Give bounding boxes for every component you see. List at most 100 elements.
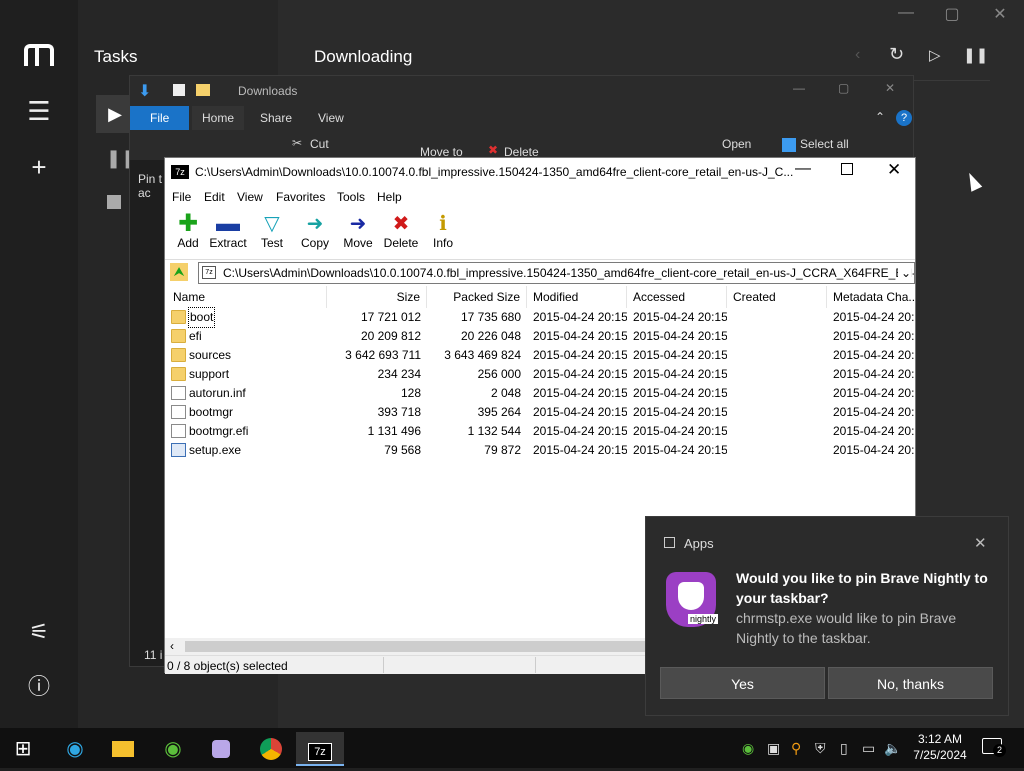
- menu-favorites[interactable]: Favorites: [276, 190, 325, 204]
- address-input[interactable]: 7z C:\Users\Admin\Downloads\10.0.10074.0…: [198, 262, 915, 284]
- cell-modified: 2015-04-24 20:15: [533, 367, 627, 381]
- extract-button[interactable]: ▬ Extract: [205, 210, 251, 251]
- copy-button[interactable]: ➜ Copy: [292, 212, 338, 250]
- tab-file[interactable]: File: [130, 106, 190, 130]
- cell-size: 234 234: [377, 367, 421, 381]
- chevron-left-icon[interactable]: ‹: [855, 46, 860, 64]
- toast-app-name: Apps: [684, 536, 714, 551]
- volume-muted-icon[interactable]: 🔈: [884, 740, 901, 757]
- windows-start-icon[interactable]: ⊞: [2, 732, 44, 766]
- cell-created: [733, 365, 827, 384]
- select-all-button[interactable]: Select all: [800, 137, 849, 151]
- up-folder-icon[interactable]: ⮝: [170, 263, 188, 281]
- file-explorer-icon[interactable]: [102, 732, 144, 766]
- cell-modified: 2015-04-24 20:15: [533, 386, 627, 400]
- menu-edit[interactable]: Edit: [204, 190, 225, 204]
- sevenzip-minimize-icon[interactable]: —: [795, 160, 811, 178]
- table-row[interactable]: bootmgr.efi 1 131 496 1 132 544 2015-04-24 …: [165, 422, 915, 441]
- table-row[interactable]: support 234 234 256 000 2015-04-24 20:15 201…: [165, 365, 915, 384]
- close-icon[interactable]: ✕: [985, 4, 1015, 24]
- tab-view[interactable]: View: [308, 106, 354, 130]
- select-all-icon: [782, 138, 796, 152]
- tab-share[interactable]: Share: [250, 106, 302, 130]
- tab-home[interactable]: Home: [192, 106, 245, 130]
- explorer-minimize-icon[interactable]: —: [793, 81, 805, 95]
- explorer-close-icon[interactable]: ✕: [885, 81, 895, 95]
- 7zip-taskbar-icon[interactable]: 7z: [296, 732, 344, 766]
- settings-sliders-icon[interactable]: ⚟: [22, 615, 56, 649]
- address-path: C:\Users\Admin\Downloads\10.0.10074.0.fb…: [223, 266, 915, 280]
- scissors-icon: ✂: [292, 136, 303, 150]
- app-icon[interactable]: [200, 732, 242, 766]
- extract-icon: ▬: [216, 210, 240, 237]
- cell-modified: 2015-04-24 20:15: [533, 329, 627, 343]
- mouse-cursor-icon: [963, 170, 983, 192]
- table-row[interactable]: boot 17 721 012 17 735 680 2015-04-24 20:15…: [165, 307, 915, 328]
- refresh-icon[interactable]: ↻: [889, 44, 904, 65]
- column-accessed[interactable]: Accessed: [627, 286, 727, 308]
- security-icon[interactable]: ⛨: [815, 740, 826, 757]
- menu-icon[interactable]: ☰: [22, 94, 56, 128]
- help-icon[interactable]: ?: [896, 110, 912, 126]
- lion-face-icon: [678, 582, 704, 610]
- table-row[interactable]: sources 3 642 693 711 3 643 469 824 2015-04…: [165, 346, 915, 365]
- edge-icon[interactable]: ◉: [54, 732, 96, 766]
- table-row[interactable]: efi 20 209 812 20 226 048 2015-04-24 20:15 2…: [165, 327, 915, 346]
- delete-button[interactable]: ✖ Delete: [378, 212, 424, 250]
- table-row[interactable]: setup.exe 79 568 79 872 2015-04-24 20:15 201…: [165, 441, 915, 460]
- menu-view[interactable]: View: [237, 190, 263, 204]
- no-thanks-button[interactable]: No, thanks: [828, 667, 993, 699]
- stop-icon[interactable]: [107, 195, 121, 209]
- search-icon[interactable]: ⚲: [791, 740, 801, 757]
- move-button[interactable]: ➜ Move: [335, 212, 381, 250]
- column-size[interactable]: Size: [327, 286, 427, 308]
- chevron-down-icon[interactable]: ⌄: [897, 263, 911, 283]
- table-row[interactable]: autorun.inf 128 2 048 2015-04-24 20:15 2015-…: [165, 384, 915, 403]
- info-button[interactable]: ℹ Info: [420, 212, 466, 250]
- pause-all-icon[interactable]: ❚❚: [963, 46, 988, 64]
- test-label: Test: [260, 236, 283, 250]
- menu-tools[interactable]: Tools: [337, 190, 365, 204]
- usb-icon[interactable]: ▯: [840, 740, 848, 757]
- open-button[interactable]: Open: [722, 137, 751, 151]
- collapse-ribbon-icon[interactable]: ⌃: [875, 110, 885, 124]
- column-packed-size[interactable]: Packed Size: [427, 286, 527, 308]
- maximize-icon[interactable]: ▢: [937, 4, 967, 24]
- table-row[interactable]: bootmgr 393 718 395 264 2015-04-24 20:15 201…: [165, 403, 915, 422]
- help-icon[interactable]: ⓘ: [22, 670, 56, 704]
- clock[interactable]: 3:12 AM 7/25/2024: [910, 731, 970, 763]
- cell-created: [733, 422, 827, 441]
- status-divider-1: [383, 657, 384, 673]
- column-created[interactable]: Created: [727, 286, 827, 308]
- yes-button[interactable]: Yes: [660, 667, 825, 699]
- plus-icon[interactable]: +: [22, 150, 56, 184]
- sevenzip-close-icon[interactable]: ✕: [887, 160, 901, 180]
- menu-help[interactable]: Help: [377, 190, 402, 204]
- column-name[interactable]: Name: [165, 286, 327, 308]
- explorer-maximize-icon[interactable]: ▢: [838, 81, 849, 95]
- resume-all-icon[interactable]: ▷: [929, 46, 941, 64]
- cell-size: 3 642 693 711: [345, 348, 421, 362]
- cell-modified: 2015-04-24 20:15: [533, 405, 627, 419]
- network-status-icon[interactable]: ◉: [742, 740, 754, 757]
- column-modified[interactable]: Modified: [527, 286, 627, 308]
- cell-packed: 17 735 680: [460, 310, 521, 324]
- cell-packed: 79 872: [484, 443, 521, 457]
- test-button[interactable]: ▽ Test: [249, 212, 295, 250]
- scrollbar-thumb[interactable]: [185, 641, 645, 652]
- network-icon[interactable]: ▭: [862, 740, 875, 757]
- chrome-icon[interactable]: [250, 732, 292, 766]
- sevenzip-maximize-icon[interactable]: [841, 163, 853, 175]
- minimize-icon[interactable]: —: [891, 4, 921, 22]
- clock-date: 7/25/2024: [913, 748, 967, 762]
- device-icon[interactable]: ▣: [767, 740, 780, 757]
- scroll-left-icon[interactable]: ‹: [170, 639, 174, 653]
- menu-file[interactable]: File: [172, 190, 191, 204]
- column-metadata-changed[interactable]: Metadata Cha...: [827, 286, 915, 308]
- toast-close-icon[interactable]: ✕: [974, 534, 987, 552]
- cell-accessed: 2015-04-24 20:15: [633, 405, 727, 419]
- edge-dev-icon[interactable]: ◉: [152, 732, 194, 766]
- info-icon: ℹ: [439, 213, 447, 235]
- cut-button[interactable]: Cut: [310, 137, 329, 151]
- cell-modified: 2015-04-24 20:15: [533, 348, 627, 362]
